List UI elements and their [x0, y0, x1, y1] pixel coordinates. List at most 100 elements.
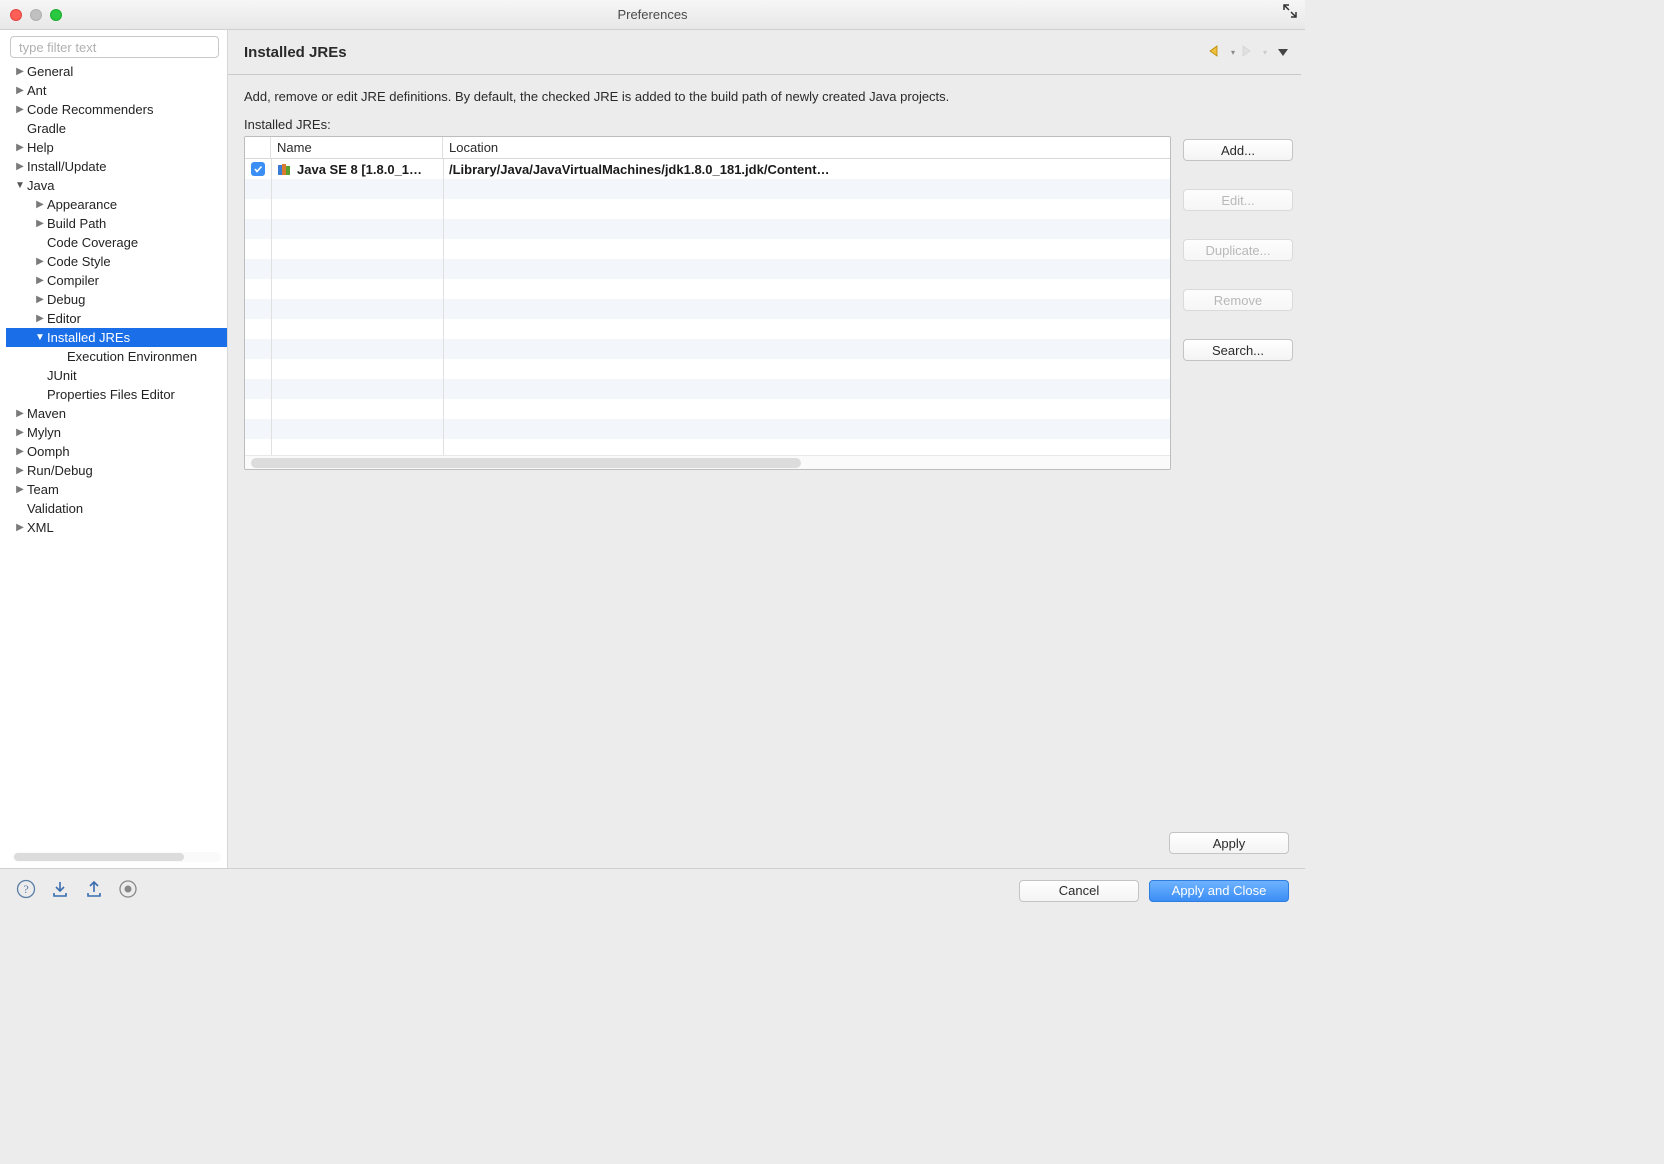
tree-item-label: Debug: [47, 290, 85, 309]
page-description: Add, remove or edit JRE definitions. By …: [228, 75, 1305, 117]
tree-item-label: Properties Files Editor: [47, 385, 175, 404]
main-panel: Installed JREs ▾ ▾ Add, remove or edit J…: [228, 30, 1305, 868]
tree-item-label: Editor: [47, 309, 81, 328]
tree-item[interactable]: ▶Mylyn: [6, 423, 227, 442]
chevron-right-icon[interactable]: ▶: [14, 442, 26, 461]
tree-item[interactable]: ▶Oomph: [6, 442, 227, 461]
nav-forward-icon: [1239, 44, 1259, 61]
edit-button: Edit...: [1183, 189, 1293, 211]
duplicate-button: Duplicate...: [1183, 239, 1293, 261]
tree-item[interactable]: ▶General: [6, 62, 227, 81]
tree-item[interactable]: Gradle: [6, 119, 227, 138]
sidebar-horizontal-scrollbar[interactable]: [12, 852, 221, 862]
column-header-check[interactable]: [245, 137, 271, 158]
tree-item[interactable]: Execution Environmen: [6, 347, 227, 366]
table-label: Installed JREs:: [244, 117, 1171, 132]
chevron-right-icon[interactable]: ▶: [14, 423, 26, 442]
chevron-down-icon[interactable]: ▼: [14, 176, 26, 195]
apply-button[interactable]: Apply: [1169, 832, 1289, 854]
tree-item-label: Code Coverage: [47, 233, 138, 252]
tree-item[interactable]: ▶Editor: [6, 309, 227, 328]
tree-item-label: Java: [27, 176, 54, 195]
export-icon[interactable]: [84, 879, 104, 902]
chevron-right-icon[interactable]: ▶: [14, 100, 26, 119]
tree-item[interactable]: ▶Team: [6, 480, 227, 499]
chevron-right-icon[interactable]: ▶: [14, 404, 26, 423]
preferences-tree[interactable]: ▶General▶Ant▶Code RecommendersGradle▶Hel…: [6, 62, 227, 848]
chevron-right-icon[interactable]: ▶: [14, 157, 26, 176]
tree-item[interactable]: ▼Installed JREs: [6, 328, 227, 347]
tree-item-label: Code Recommenders: [27, 100, 153, 119]
table-actions: Add... Edit... Duplicate... Remove Searc…: [1183, 117, 1293, 470]
tree-item-label: Mylyn: [27, 423, 61, 442]
tree-item-label: Appearance: [47, 195, 117, 214]
fullscreen-icon[interactable]: [1283, 4, 1297, 21]
tree-item-label: Gradle: [27, 119, 66, 138]
chevron-right-icon[interactable]: ▶: [34, 214, 46, 233]
chevron-right-icon[interactable]: ▶: [14, 461, 26, 480]
tree-item-label: Install/Update: [27, 157, 107, 176]
tree-item[interactable]: ▶Run/Debug: [6, 461, 227, 480]
tree-item-label: Ant: [27, 81, 47, 100]
table-header: Name Location: [245, 137, 1170, 159]
tree-item[interactable]: ▶Appearance: [6, 195, 227, 214]
chevron-right-icon[interactable]: ▶: [14, 518, 26, 537]
tree-item[interactable]: ▶Code Style: [6, 252, 227, 271]
column-header-name[interactable]: Name: [271, 137, 443, 158]
window-title: Preferences: [0, 7, 1305, 22]
table-horizontal-scrollbar[interactable]: [245, 455, 1170, 469]
installed-jres-table[interactable]: Name Location Java SE: [244, 136, 1171, 470]
tree-item[interactable]: Code Coverage: [6, 233, 227, 252]
chevron-right-icon[interactable]: ▶: [14, 81, 26, 100]
nav-back-menu-icon[interactable]: ▾: [1231, 48, 1235, 57]
tree-item[interactable]: ▶Code Recommenders: [6, 100, 227, 119]
tree-item-label: XML: [27, 518, 54, 537]
chevron-right-icon[interactable]: ▶: [14, 480, 26, 499]
column-header-location[interactable]: Location: [443, 137, 1170, 158]
chevron-right-icon[interactable]: ▶: [34, 290, 46, 309]
tree-item[interactable]: ▶Compiler: [6, 271, 227, 290]
tree-item-label: General: [27, 62, 73, 81]
tree-item[interactable]: Validation: [6, 499, 227, 518]
jre-library-icon: [277, 162, 293, 176]
tree-item[interactable]: ▶Build Path: [6, 214, 227, 233]
tree-item[interactable]: ▶Debug: [6, 290, 227, 309]
oomph-record-icon[interactable]: [118, 879, 138, 902]
view-menu-icon[interactable]: [1277, 45, 1289, 60]
tree-item[interactable]: ▶Ant: [6, 81, 227, 100]
apply-and-close-button[interactable]: Apply and Close: [1149, 880, 1289, 902]
cancel-button[interactable]: Cancel: [1019, 880, 1139, 902]
tree-item[interactable]: ▶Maven: [6, 404, 227, 423]
help-icon[interactable]: ?: [16, 879, 36, 902]
filter-input[interactable]: [10, 36, 219, 58]
nav-back-icon[interactable]: [1207, 44, 1227, 61]
chevron-down-icon[interactable]: ▼: [34, 328, 46, 347]
chevron-right-icon[interactable]: ▶: [34, 309, 46, 328]
import-icon[interactable]: [50, 879, 70, 902]
tree-item[interactable]: ▶Help: [6, 138, 227, 157]
tree-item-label: Validation: [27, 499, 83, 518]
jre-checkbox[interactable]: [245, 162, 271, 176]
table-row[interactable]: Java SE 8 [1.8.0_1… /Library/Java/JavaVi…: [245, 159, 1170, 179]
tree-item-label: Installed JREs: [47, 328, 130, 347]
chevron-right-icon[interactable]: ▶: [34, 195, 46, 214]
svg-text:?: ?: [23, 882, 28, 896]
chevron-right-icon[interactable]: ▶: [34, 271, 46, 290]
titlebar: Preferences: [0, 0, 1305, 30]
tree-item-label: Compiler: [47, 271, 99, 290]
remove-button: Remove: [1183, 289, 1293, 311]
tree-item-label: Maven: [27, 404, 66, 423]
jre-name: Java SE 8 [1.8.0_1…: [297, 162, 422, 177]
chevron-right-icon[interactable]: ▶: [34, 252, 46, 271]
tree-item[interactable]: ▶XML: [6, 518, 227, 537]
tree-item[interactable]: JUnit: [6, 366, 227, 385]
tree-item[interactable]: Properties Files Editor: [6, 385, 227, 404]
chevron-right-icon[interactable]: ▶: [14, 138, 26, 157]
tree-item-label: Run/Debug: [27, 461, 93, 480]
add-button[interactable]: Add...: [1183, 139, 1293, 161]
tree-item[interactable]: ▶Install/Update: [6, 157, 227, 176]
chevron-right-icon[interactable]: ▶: [14, 62, 26, 81]
tree-item-label: Execution Environmen: [67, 347, 197, 366]
tree-item[interactable]: ▼Java: [6, 176, 227, 195]
search-button[interactable]: Search...: [1183, 339, 1293, 361]
